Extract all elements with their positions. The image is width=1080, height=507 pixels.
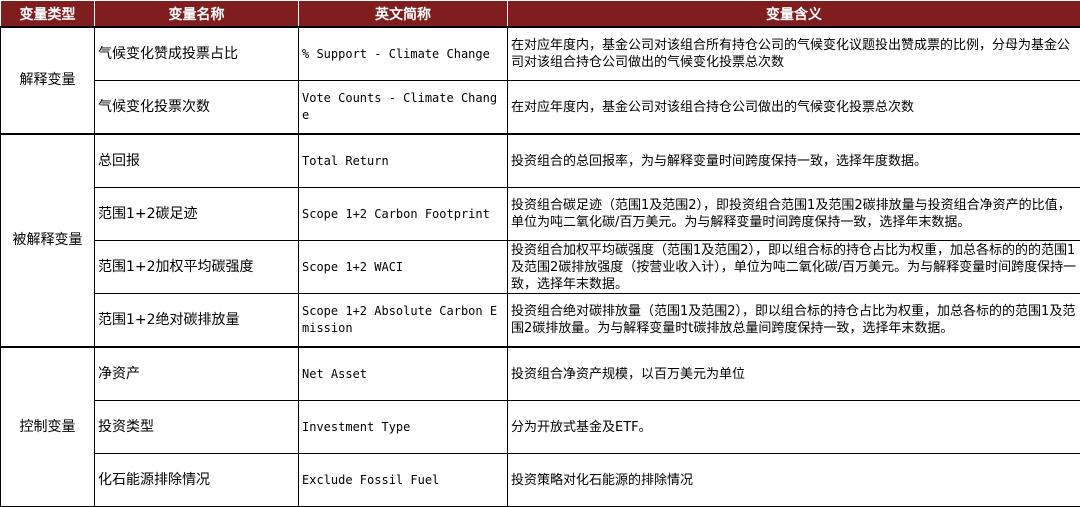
table-row: 化石能源排除情况 Exclude Fossil Fuel 投资策略对化石能源的排… (1, 454, 1080, 507)
table-row: 解释变量 气候变化赞成投票占比 % Support - Climate Chan… (1, 27, 1080, 81)
variable-meaning-cell: 分为开放式基金及ETF。 (508, 401, 1080, 454)
english-abbreviation-cell: Total Return (299, 134, 508, 188)
variable-meaning-cell: 在对应年度内，基金公司对该组合所有持仓公司的气候变化议题投出赞成票的比例，分母为… (508, 27, 1080, 81)
variable-meaning-cell: 在对应年度内，基金公司对该组合持仓公司做出的气候变化投票总次数 (508, 81, 1080, 135)
english-abbreviation-cell: Scope 1+2 Carbon Footprint (299, 188, 508, 241)
variable-type-cell: 解释变量 (1, 27, 95, 134)
table-header-row: 变量类型 变量名称 英文简称 变量含义 (1, 1, 1080, 28)
variable-name-cell: 气候变化赞成投票占比 (95, 27, 299, 81)
english-abbreviation-cell: Net Asset (299, 347, 508, 401)
variable-name-cell: 化石能源排除情况 (95, 454, 299, 507)
header-variable-type: 变量类型 (1, 1, 95, 28)
english-abbreviation-cell: Scope 1+2 Absolute Carbon Emission (299, 294, 508, 348)
english-abbreviation-cell: % Support - Climate Change (299, 27, 508, 81)
variable-name-cell: 气候变化投票次数 (95, 81, 299, 135)
header-variable-name: 变量名称 (95, 1, 299, 28)
variable-meaning-cell: 投资组合的总回报率，为与解释变量时间跨度保持一致，选择年度数据。 (508, 134, 1080, 188)
variable-definition-table: 变量类型 变量名称 英文简称 变量含义 解释变量 气候变化赞成投票占比 % Su… (0, 0, 1080, 507)
variable-type-cell: 控制变量 (1, 347, 95, 507)
english-abbreviation-cell: Exclude Fossil Fuel (299, 454, 508, 507)
variable-name-cell: 范围1+2加权平均碳强度 (95, 241, 299, 294)
variable-meaning-cell: 投资策略对化石能源的排除情况 (508, 454, 1080, 507)
header-variable-meaning: 变量含义 (508, 1, 1080, 28)
table-row: 范围1+2碳足迹 Scope 1+2 Carbon Footprint 投资组合… (1, 188, 1080, 241)
variable-meaning-cell: 投资组合加权平均碳强度（范围1及范围2），即以组合标的持仓占比为权重，加总各标的… (508, 241, 1080, 294)
variable-name-cell: 范围1+2碳足迹 (95, 188, 299, 241)
variable-type-cell: 被解释变量 (1, 134, 95, 347)
table-row: 控制变量 净资产 Net Asset 投资组合净资产规模，以百万美元为单位 (1, 347, 1080, 401)
variable-name-cell: 净资产 (95, 347, 299, 401)
english-abbreviation-cell: Vote Counts - Climate Change (299, 81, 508, 135)
variable-meaning-cell: 投资组合净资产规模，以百万美元为单位 (508, 347, 1080, 401)
variable-name-cell: 范围1+2绝对碳排放量 (95, 294, 299, 348)
variable-meaning-cell: 投资组合绝对碳排放量（范围1及范围2），即以组合标的持仓占比为权重，加总各标的的… (508, 294, 1080, 348)
table-row: 范围1+2加权平均碳强度 Scope 1+2 WACI 投资组合加权平均碳强度（… (1, 241, 1080, 294)
english-abbreviation-cell: Investment Type (299, 401, 508, 454)
table-row: 范围1+2绝对碳排放量 Scope 1+2 Absolute Carbon Em… (1, 294, 1080, 348)
english-abbreviation-cell: Scope 1+2 WACI (299, 241, 508, 294)
variable-name-cell: 投资类型 (95, 401, 299, 454)
table-row: 被解释变量 总回报 Total Return 投资组合的总回报率，为与解释变量时… (1, 134, 1080, 188)
table-row: 投资类型 Investment Type 分为开放式基金及ETF。 (1, 401, 1080, 454)
variable-meaning-cell: 投资组合碳足迹（范围1及范围2），即投资组合范围1及范围2碳排放量与投资组合净资… (508, 188, 1080, 241)
table-row: 气候变化投票次数 Vote Counts - Climate Change 在对… (1, 81, 1080, 135)
header-english-abbreviation: 英文简称 (299, 1, 508, 28)
variable-name-cell: 总回报 (95, 134, 299, 188)
